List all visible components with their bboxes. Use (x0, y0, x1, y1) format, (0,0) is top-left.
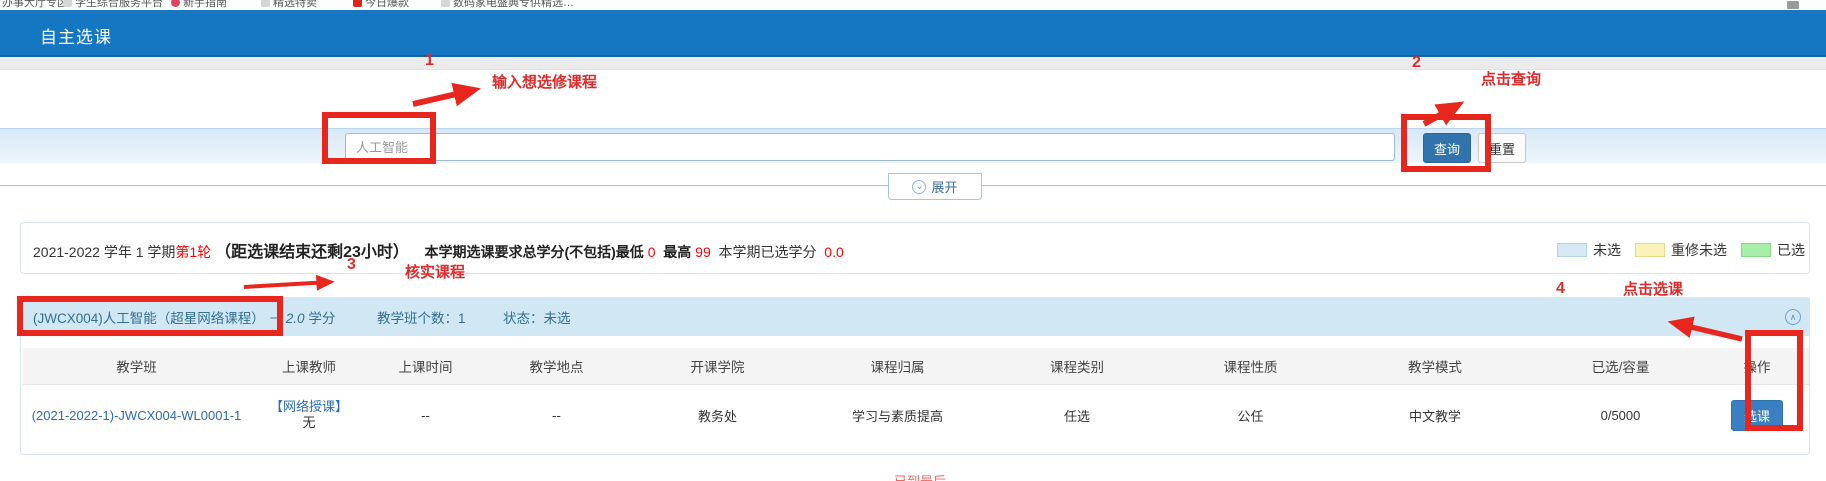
annotation-number-2: 2 (1412, 54, 1421, 72)
col-header-mode: 教学模式 (1337, 356, 1533, 376)
bookmark-item[interactable]: 今日爆款 (353, 0, 409, 10)
bookmark-icon (353, 0, 362, 7)
annotation-number-4: 4 (1556, 280, 1565, 298)
col-header-nature: 课程性质 (1164, 356, 1337, 376)
class-capacity: 0/5000 (1533, 408, 1708, 423)
round-label: 第1轮 (175, 244, 211, 260)
course-search-input[interactable] (345, 133, 1395, 161)
arrow-step1 (413, 90, 474, 104)
semester-info-text: 2021-2022 学年 1 学期第1轮 （距选课结束还剩23小时） 本学期选课… (33, 238, 844, 262)
bookmark-item[interactable]: 办事大厅专区 (2, 0, 68, 10)
annotation-label-3: 核实课程 (405, 261, 465, 282)
status-legend: 未选 重修未选 已选 (1557, 240, 1805, 260)
col-header-class: 教学班 (23, 356, 250, 376)
col-header-category: 课程类别 (990, 356, 1164, 376)
teacher-cell: 【网络授课】 无 (250, 399, 368, 432)
bookmark-item[interactable]: 新手指南 (171, 0, 227, 10)
annotation-label-2: 点击查询 (1481, 68, 1541, 89)
annotation-box-search-input (322, 112, 436, 164)
col-header-teacher: 上课教师 (250, 356, 368, 376)
col-header-capacity: 已选/容量 (1533, 356, 1708, 376)
class-category: 任选 (990, 406, 1164, 425)
expand-toggle[interactable]: ⌄ 展开 (888, 173, 982, 200)
bookmark-item[interactable]: 学生综合服务平台 (63, 0, 163, 10)
col-header-belong: 课程归属 (805, 356, 990, 376)
class-nature: 公任 (1164, 406, 1337, 425)
legend-item-retake: 重修未选 (1635, 240, 1727, 260)
selected-swatch (1741, 243, 1771, 257)
max-credit-value: 99 (695, 244, 711, 260)
bookmark-item[interactable]: 数码家电盛典专供精选… (441, 0, 574, 10)
annotation-label-1: 输入想选修课程 (492, 71, 597, 92)
table-header-row: 教学班 上课教师 上课时间 教学地点 开课学院 课程归属 课程类别 课程性质 教… (23, 348, 1809, 385)
deadline-label: （距选课结束还剩23小时） (215, 244, 409, 261)
semester-info-panel: 2021-2022 学年 1 学期第1轮 （距选课结束还剩23小时） 本学期选课… (20, 222, 1810, 274)
expand-label: 展开 (931, 177, 957, 196)
col-header-place: 教学地点 (483, 356, 630, 376)
browser-toolbar-icon[interactable] (1787, 1, 1799, 9)
selected-credit-value: 0.0 (824, 244, 843, 260)
annotation-label-4: 点击选课 (1623, 278, 1683, 299)
page-header: 自主选课 (0, 10, 1826, 57)
class-code-link[interactable]: (2021-2022-1)-JWCX004-WL0001-1 (23, 408, 250, 423)
table-row: (2021-2022-1)-JWCX004-WL0001-1 【网络授课】 无 … (23, 385, 1809, 445)
bookmarks-bar: 办事大厅专区 学生综合服务平台 新手指南 精选特卖 今日爆款 数码家电盛典专供精… (0, 0, 1826, 10)
annotation-box-query-button (1401, 114, 1491, 172)
sub-header-strip (0, 57, 1826, 70)
col-header-time: 上课时间 (368, 356, 483, 376)
class-place: -- (483, 408, 630, 423)
class-table: 教学班 上课教师 上课时间 教学地点 开课学院 课程归属 课程类别 课程性质 教… (23, 348, 1809, 445)
legend-item-selected: 已选 (1741, 240, 1805, 260)
class-mode: 中文教学 (1337, 406, 1533, 425)
online-teaching-tag: 【网络授课】 (250, 399, 368, 415)
chevron-up-icon[interactable]: ∧ (1785, 309, 1801, 325)
annotation-number-3: 3 (347, 256, 356, 274)
annotation-box-select-button (1745, 330, 1803, 431)
unselected-swatch (1557, 243, 1587, 257)
chevron-down-icon: ⌄ (912, 180, 926, 194)
bookmark-item[interactable]: 精选特卖 (261, 0, 317, 10)
max-credit-label: 最高 (663, 244, 691, 260)
selected-credit-label: 本学期已选学分 (719, 244, 817, 260)
class-time: -- (368, 408, 483, 423)
class-belong: 学习与素质提高 (805, 406, 990, 425)
course-summary-bar[interactable]: (JWCX004)人工智能（超星网络课程） － 2.0 学分 教学班个数：1 状… (21, 298, 1809, 336)
search-panel: 查询 重置 ⌄ 展开 (0, 128, 1826, 186)
credit-requirement-label: 本学期选课要求总学分(不包括)最低 (424, 244, 643, 260)
annotation-number-1: 1 (425, 52, 434, 70)
course-result-section: (JWCX004)人工智能（超星网络课程） － 2.0 学分 教学班个数：1 状… (20, 297, 1810, 455)
teacher-name: 无 (250, 415, 368, 431)
bookmark-icon (261, 0, 270, 7)
semester-label: 2021-2022 学年 1 学期 (33, 244, 175, 260)
course-selection-page: 办事大厅专区 学生综合服务平台 新手指南 精选特卖 今日爆款 数码家电盛典专供精… (0, 0, 1826, 481)
arrow-step3 (244, 282, 330, 287)
min-credit-value: 0 (648, 244, 656, 260)
legend-item-unselected: 未选 (1557, 240, 1621, 260)
retake-swatch (1635, 243, 1665, 257)
class-college: 教务处 (630, 406, 805, 425)
bookmark-icon (441, 0, 450, 7)
class-count-label: 教学班个数：1 (377, 307, 466, 327)
page-title: 自主选课 (40, 23, 112, 48)
col-header-college: 开课学院 (630, 356, 805, 376)
list-end-text: 已到最后 (894, 471, 946, 481)
course-status-label: 状态：未选 (503, 307, 571, 327)
bookmark-icon (63, 0, 72, 7)
annotation-box-course-title (17, 296, 283, 336)
bookmark-icon (171, 0, 180, 7)
